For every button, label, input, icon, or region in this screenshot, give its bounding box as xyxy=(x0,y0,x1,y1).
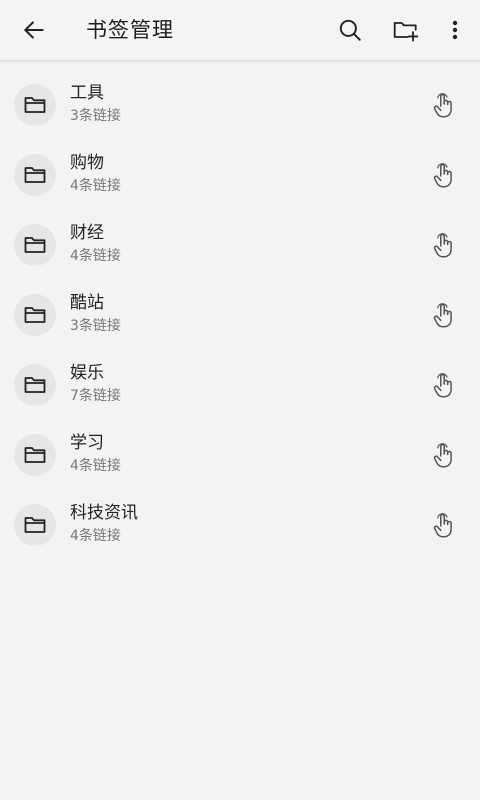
folder-icon xyxy=(24,167,46,183)
drag-handle[interactable] xyxy=(426,228,462,264)
page-title: 书签管理 xyxy=(86,18,174,42)
arrow-left-icon xyxy=(24,21,44,39)
hand-pointer-icon xyxy=(433,233,452,258)
app-bar: 书签管理 xyxy=(0,0,480,60)
drag-handle[interactable] xyxy=(426,438,462,474)
folder-icon-badge xyxy=(14,364,56,406)
folder-name: 工具 xyxy=(70,83,104,103)
folder-name: 学习 xyxy=(70,433,104,453)
folder-link-count: 4条链接 xyxy=(70,458,121,474)
folder-icon xyxy=(24,517,46,533)
folder-icon-badge xyxy=(14,154,56,196)
folder-link-count: 3条链接 xyxy=(70,108,121,124)
drag-handle[interactable] xyxy=(426,88,462,124)
add-folder-button[interactable] xyxy=(386,0,426,60)
search-icon xyxy=(339,19,361,41)
more-vertical-icon xyxy=(452,20,458,40)
folder-row-7[interactable]: 科技资讯 4条链接 xyxy=(0,490,480,560)
folder-icon-badge xyxy=(14,294,56,336)
hand-pointer-icon xyxy=(433,93,452,118)
folder-name: 酷站 xyxy=(70,293,104,313)
hand-pointer-icon xyxy=(433,513,452,538)
back-button[interactable] xyxy=(14,0,54,60)
folder-icon-badge xyxy=(14,84,56,126)
folder-row-6[interactable]: 学习 4条链接 xyxy=(0,420,480,490)
drag-handle[interactable] xyxy=(426,368,462,404)
bookmark-folder-list: 工具 3条链接 购物 4条链接 财经 4条链接 酷站 3条链接 娱乐 7条链接 … xyxy=(0,70,480,560)
folder-icon-badge xyxy=(14,224,56,266)
folder-icon-badge xyxy=(14,434,56,476)
folder-add-icon xyxy=(393,22,419,42)
hand-pointer-icon xyxy=(433,163,452,188)
folder-link-count: 3条链接 xyxy=(70,318,121,334)
folder-row-5[interactable]: 娱乐 7条链接 xyxy=(0,350,480,420)
folder-name: 科技资讯 xyxy=(70,503,138,523)
folder-icon xyxy=(24,307,46,323)
folder-row-3[interactable]: 财经 4条链接 xyxy=(0,210,480,280)
drag-handle[interactable] xyxy=(426,158,462,194)
drag-handle[interactable] xyxy=(426,298,462,334)
folder-name: 娱乐 xyxy=(70,363,104,383)
more-options-button[interactable] xyxy=(440,0,470,60)
folder-link-count: 7条链接 xyxy=(70,388,121,404)
folder-icon xyxy=(24,97,46,113)
folder-icon-badge xyxy=(14,504,56,546)
hand-pointer-icon xyxy=(433,373,452,398)
folder-row-2[interactable]: 购物 4条链接 xyxy=(0,140,480,210)
folder-row-4[interactable]: 酷站 3条链接 xyxy=(0,280,480,350)
folder-link-count: 4条链接 xyxy=(70,178,121,194)
folder-icon xyxy=(24,447,46,463)
drag-handle[interactable] xyxy=(426,508,462,544)
hand-pointer-icon xyxy=(433,443,452,468)
folder-name: 财经 xyxy=(70,223,104,243)
folder-row-1[interactable]: 工具 3条链接 xyxy=(0,70,480,140)
folder-icon xyxy=(24,237,46,253)
folder-icon xyxy=(24,377,46,393)
folder-link-count: 4条链接 xyxy=(70,248,121,264)
folder-name: 购物 xyxy=(70,153,104,173)
folder-link-count: 4条链接 xyxy=(70,528,121,544)
search-button[interactable] xyxy=(330,0,370,60)
hand-pointer-icon xyxy=(433,303,452,328)
